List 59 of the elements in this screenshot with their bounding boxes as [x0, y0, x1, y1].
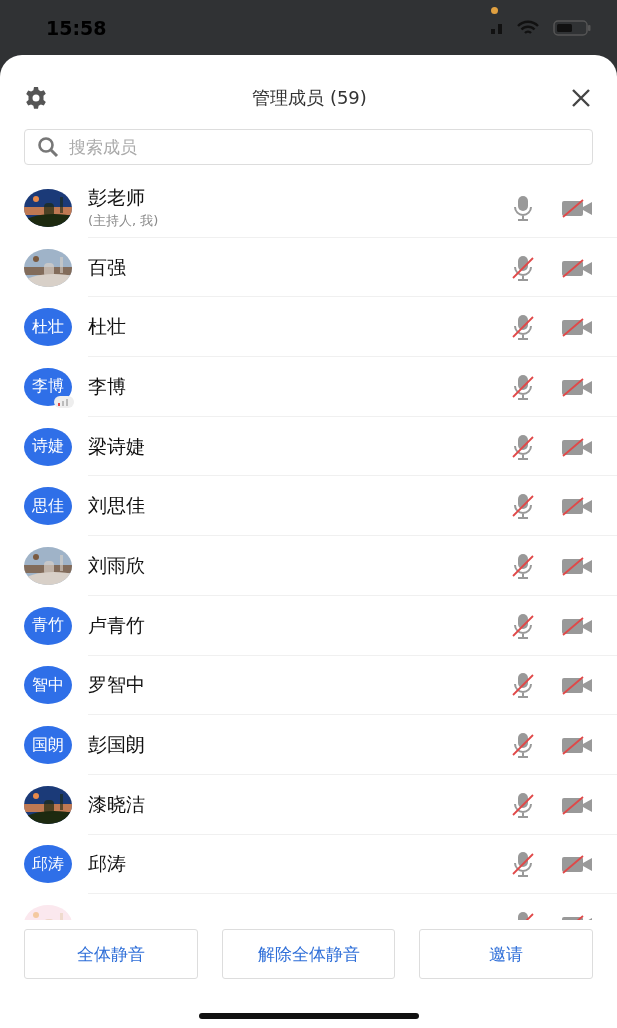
cellular-signal-icon: [491, 21, 503, 34]
member-name: 卢青竹: [88, 612, 146, 638]
avatar: 国朗: [24, 726, 72, 765]
action-button[interactable]: 全体静音: [24, 929, 198, 979]
member-name: 彭国朗: [88, 732, 146, 758]
wifi-icon: [517, 19, 539, 36]
camera-off-icon[interactable]: [561, 794, 593, 815]
search-field[interactable]: 搜索成员: [24, 129, 593, 165]
muted-microphone-icon[interactable]: [511, 373, 535, 400]
dialog-title: 管理成员 (59): [252, 86, 367, 110]
avatar: 思佳: [24, 487, 72, 526]
close-icon: [571, 88, 591, 108]
avatar: 李博: [24, 367, 72, 406]
camera-off-icon[interactable]: [561, 675, 593, 696]
member-name: 梁诗婕: [88, 433, 146, 459]
close-button[interactable]: [571, 88, 591, 108]
action-button[interactable]: 解除全体静音: [221, 929, 396, 979]
privacy-indicator-icon: [491, 7, 498, 14]
camera-off-icon[interactable]: [561, 197, 593, 218]
member-name: 杜壮: [88, 314, 127, 340]
muted-microphone-icon[interactable]: [511, 493, 535, 520]
camera-off-icon[interactable]: [561, 615, 593, 636]
member-name: 罗智中: [88, 672, 146, 698]
muted-microphone-icon[interactable]: [511, 851, 535, 878]
member-name: 邱涛: [88, 851, 127, 877]
avatar: 邱涛: [24, 845, 72, 884]
camera-off-icon[interactable]: [561, 854, 593, 875]
muted-microphone-icon[interactable]: [511, 732, 535, 759]
camera-off-icon[interactable]: [561, 257, 593, 278]
search-icon: [37, 136, 59, 158]
avatar: 杜壮: [24, 308, 72, 347]
member-name: 漆晓洁: [88, 791, 146, 817]
avatar: 青竹: [24, 606, 72, 645]
camera-off-icon[interactable]: [561, 376, 593, 397]
microphone-icon[interactable]: [511, 194, 535, 221]
muted-microphone-icon[interactable]: [511, 672, 535, 699]
action-button[interactable]: 邀请: [419, 929, 593, 979]
member-name: 李博: [88, 373, 127, 399]
battery-icon: [553, 19, 591, 36]
muted-microphone-icon[interactable]: [511, 552, 535, 579]
avatar: 智中: [24, 666, 72, 705]
camera-off-icon[interactable]: [561, 317, 593, 338]
settings-icon: [24, 86, 48, 110]
muted-microphone-icon[interactable]: [511, 791, 535, 818]
muted-microphone-icon[interactable]: [511, 612, 535, 639]
member-role: (主持人, 我): [88, 212, 160, 231]
member-name: 刘雨欣: [88, 552, 146, 578]
avatar: 诗婕: [24, 427, 72, 466]
camera-off-icon[interactable]: [561, 496, 593, 517]
camera-off-icon[interactable]: [561, 555, 593, 576]
member-name: 彭老师: [88, 185, 146, 211]
camera-off-icon[interactable]: [561, 735, 593, 756]
member-name: 百强: [88, 254, 127, 280]
muted-microphone-icon[interactable]: [511, 433, 535, 460]
settings-button[interactable]: [24, 86, 48, 110]
member-name: 刘思佳: [88, 493, 146, 519]
muted-microphone-icon[interactable]: [511, 254, 535, 281]
camera-off-icon[interactable]: [561, 436, 593, 457]
muted-microphone-icon[interactable]: [511, 314, 535, 341]
